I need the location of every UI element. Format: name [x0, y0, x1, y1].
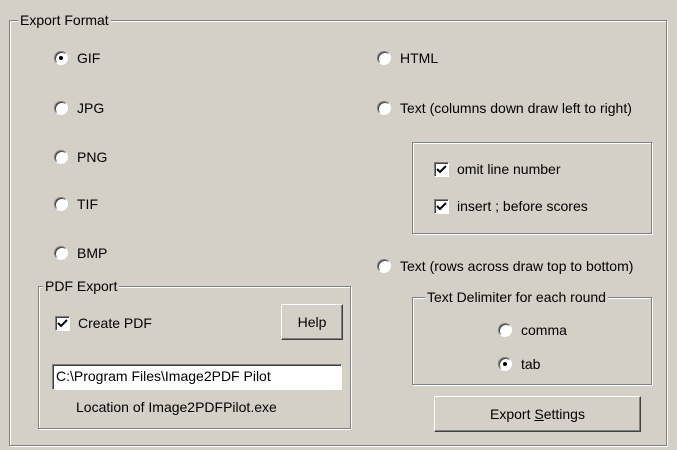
format-label-jpg: JPG — [77, 100, 105, 116]
radio-button-icon[interactable] — [54, 246, 68, 260]
format-radio-png[interactable]: PNG — [54, 149, 107, 165]
omit-line-number-checkbox[interactable]: omit line number — [434, 161, 561, 177]
create-pdf-checkbox[interactable]: Create PDF — [55, 315, 152, 331]
export-settings-button[interactable]: Export Settings — [434, 396, 641, 432]
format-radio-bmp[interactable]: BMP — [54, 245, 107, 261]
format-radio-html[interactable]: HTML — [377, 50, 438, 66]
radio-button-icon[interactable] — [377, 51, 391, 65]
format-radio-text-rows[interactable]: Text (rows across draw top to bottom) — [377, 258, 633, 274]
export-settings-prefix: Export — [490, 406, 535, 422]
format-label-tif: TIF — [77, 196, 98, 212]
checkbox-icon[interactable] — [434, 198, 449, 214]
delimiter-radio-comma[interactable]: comma — [498, 322, 567, 338]
insert-semicolon-label: insert ; before scores — [457, 198, 588, 214]
insert-semicolon-checkbox[interactable]: insert ; before scores — [434, 198, 588, 214]
delimiter-label-comma: comma — [521, 322, 567, 338]
format-label-html: HTML — [400, 50, 439, 66]
radio-button-icon[interactable] — [54, 150, 68, 164]
format-label-png: PNG — [77, 149, 108, 165]
format-label-text-rows: Text (rows across draw top to bottom) — [400, 258, 634, 274]
format-label-text-columns: Text (columns down draw left to right) — [400, 100, 632, 116]
checkbox-icon[interactable] — [55, 315, 70, 331]
delimiter-label-tab: tab — [521, 356, 541, 372]
text-delimiter-legend: Text Delimiter for each round — [425, 289, 608, 305]
delimiter-radio-tab[interactable]: tab — [498, 356, 540, 372]
create-pdf-label: Create PDF — [78, 315, 152, 331]
format-radio-jpg[interactable]: JPG — [54, 100, 104, 116]
help-button[interactable]: Help — [281, 304, 343, 340]
location-caption: Location of Image2PDFPilot.exe — [76, 399, 277, 415]
radio-button-icon[interactable] — [498, 357, 512, 371]
column-options-group — [412, 142, 652, 234]
omit-line-number-label: omit line number — [457, 161, 561, 177]
radio-button-icon[interactable] — [54, 101, 68, 115]
pdf-export-legend: PDF Export — [43, 278, 120, 294]
format-radio-tif[interactable]: TIF — [54, 196, 98, 212]
format-radio-text-columns[interactable]: Text (columns down draw left to right) — [377, 100, 632, 116]
format-label-gif: GIF — [77, 50, 101, 66]
radio-button-icon[interactable] — [54, 197, 68, 211]
pdf-path-field[interactable]: C:\Program Files\Image2PDF Pilot — [52, 364, 342, 390]
export-settings-suffix: ettings — [543, 406, 585, 422]
radio-button-icon[interactable] — [498, 323, 512, 337]
checkbox-icon[interactable] — [434, 161, 449, 177]
format-label-bmp: BMP — [77, 245, 108, 261]
radio-button-icon[interactable] — [377, 259, 391, 273]
format-radio-gif[interactable]: GIF — [54, 50, 100, 66]
radio-button-icon[interactable] — [377, 101, 391, 115]
export-settings-accel: S — [534, 406, 544, 422]
radio-button-icon[interactable] — [54, 51, 68, 65]
export-format-legend: Export Format — [18, 12, 111, 28]
